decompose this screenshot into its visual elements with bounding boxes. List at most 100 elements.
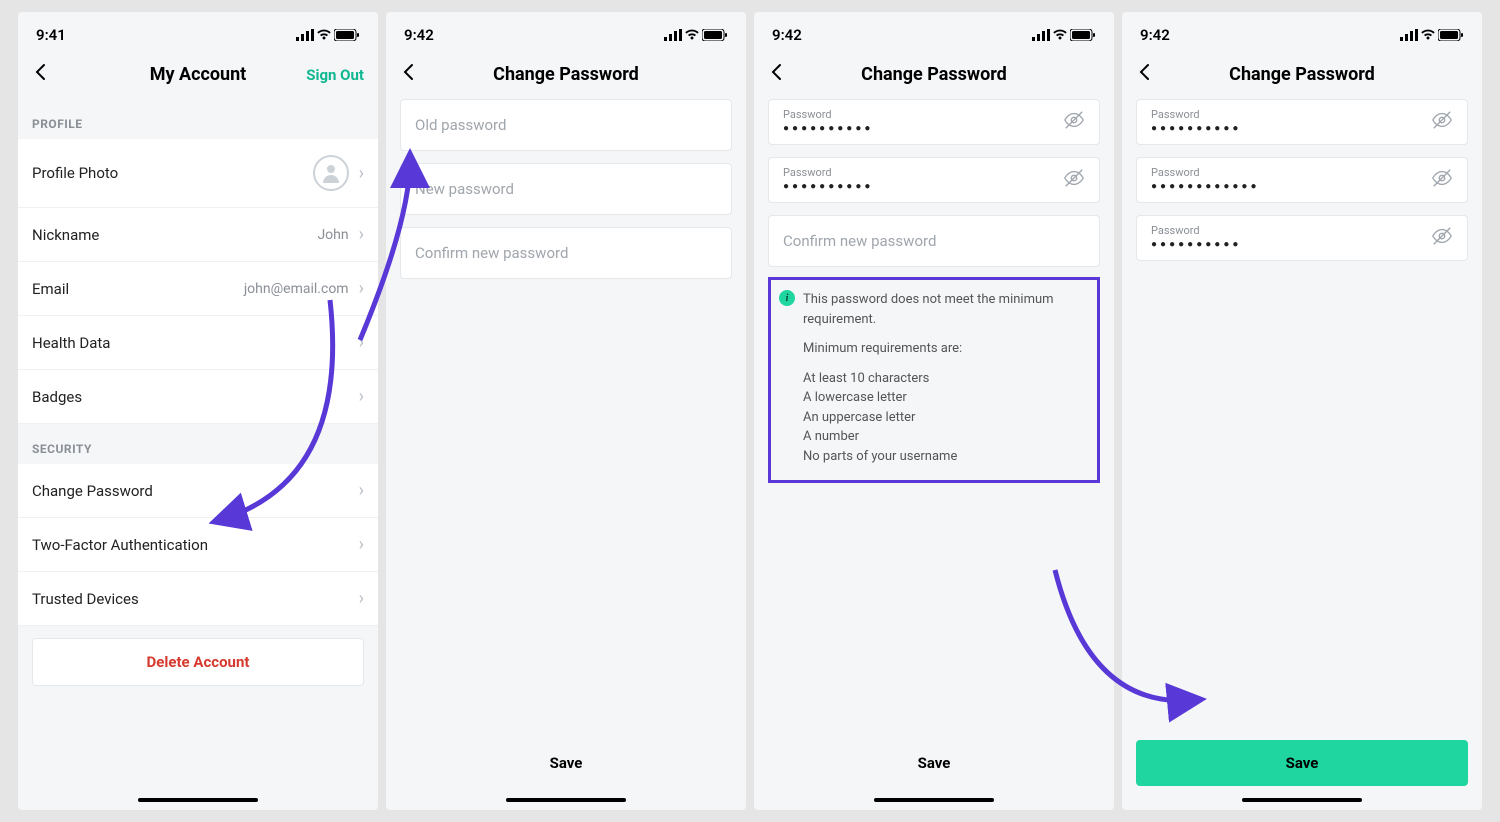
signal-icon (296, 29, 314, 41)
home-indicator[interactable] (874, 798, 994, 802)
new-password-input[interactable]: New password (400, 163, 732, 215)
sign-out-button[interactable]: Sign Out (306, 66, 364, 84)
password-dots: ●●●●●●●●●● (783, 123, 1085, 134)
back-button[interactable] (1138, 62, 1150, 87)
battery-icon (1070, 29, 1096, 41)
list-item-two-factor[interactable]: Two-Factor Authentication › (18, 518, 378, 572)
chevron-left-icon (770, 63, 782, 81)
avatar (313, 155, 349, 191)
confirm-password-input[interactable]: Password ●●●●●●●●●● (1136, 215, 1468, 261)
list-item-badges[interactable]: Badges › (18, 370, 378, 424)
eye-off-icon (1063, 167, 1085, 189)
nav-bar: Change Password (1122, 54, 1482, 99)
eye-off-icon (1431, 225, 1453, 247)
list-item-email[interactable]: Email john@email.com › (18, 262, 378, 316)
toggle-visibility-button[interactable] (1063, 167, 1085, 193)
toggle-visibility-button[interactable] (1063, 109, 1085, 135)
list-label: Change Password (32, 482, 153, 500)
battery-icon (1438, 29, 1464, 41)
field-label: Password (783, 166, 1085, 179)
status-bar: 9:41 (18, 12, 378, 54)
placeholder: New password (415, 180, 514, 198)
wifi-icon (1052, 29, 1068, 41)
battery-icon (334, 29, 360, 41)
old-password-input[interactable]: Old password (400, 99, 732, 151)
toggle-visibility-button[interactable] (1431, 109, 1453, 135)
list-label: Two-Factor Authentication (32, 536, 208, 554)
chevron-right-icon: › (359, 224, 364, 245)
list-item-health-data[interactable]: Health Data › (18, 316, 378, 370)
chevron-right-icon: › (359, 480, 364, 501)
password-dots: ●●●●●●●●●● (1151, 239, 1453, 250)
new-password-input[interactable]: Password ●●●●●●●●●● (768, 157, 1100, 203)
status-icons (1032, 29, 1096, 41)
eye-off-icon (1431, 109, 1453, 131)
placeholder: Confirm new password (783, 232, 936, 250)
status-time: 9:42 (404, 26, 434, 44)
chevron-right-icon: › (359, 332, 364, 353)
field-label: Password (1151, 108, 1453, 121)
list-label: Profile Photo (32, 164, 118, 182)
chevron-right-icon: › (359, 163, 364, 184)
status-icons (1400, 29, 1464, 41)
signal-icon (1032, 29, 1050, 41)
back-button[interactable] (402, 62, 414, 87)
save-button[interactable]: Save (768, 740, 1100, 786)
signal-icon (664, 29, 682, 41)
delete-account-button[interactable]: Delete Account (32, 638, 364, 686)
list-item-profile-photo[interactable]: Profile Photo › (18, 139, 378, 208)
home-indicator[interactable] (506, 798, 626, 802)
eye-off-icon (1431, 167, 1453, 189)
nav-bar: Change Password (754, 54, 1114, 99)
password-dots: ●●●●●●●●●● (783, 181, 1085, 192)
status-time: 9:41 (36, 26, 66, 44)
password-dots: ●●●●●●●●●●●● (1151, 181, 1453, 192)
list-label: Trusted Devices (32, 590, 139, 608)
requirement: A lowercase letter (803, 388, 1085, 408)
placeholder: Old password (415, 116, 506, 134)
list-item-trusted-devices[interactable]: Trusted Devices › (18, 572, 378, 626)
nav-bar: My Account Sign Out (18, 54, 378, 99)
home-indicator[interactable] (138, 798, 258, 802)
back-button[interactable] (770, 62, 782, 87)
home-indicator[interactable] (1242, 798, 1362, 802)
confirm-password-input[interactable]: Confirm new password (768, 215, 1100, 267)
chevron-left-icon (402, 63, 414, 81)
field-label: Password (1151, 166, 1453, 179)
requirement: A number (803, 427, 1085, 447)
toggle-visibility-button[interactable] (1431, 167, 1453, 193)
new-password-input[interactable]: Password ●●●●●●●●●●●● (1136, 157, 1468, 203)
person-icon (319, 161, 343, 185)
list-item-change-password[interactable]: Change Password › (18, 464, 378, 518)
requirement: An uppercase letter (803, 408, 1085, 428)
list-value: john@email.com (244, 281, 349, 297)
chevron-right-icon: › (359, 534, 364, 555)
wifi-icon (684, 29, 700, 41)
status-icons (296, 29, 360, 41)
chevron-right-icon: › (359, 278, 364, 299)
confirm-password-input[interactable]: Confirm new password (400, 227, 732, 279)
toggle-visibility-button[interactable] (1431, 225, 1453, 251)
back-button[interactable] (34, 62, 46, 87)
old-password-input[interactable]: Password ●●●●●●●●●● (768, 99, 1100, 145)
battery-icon (702, 29, 728, 41)
screen-change-password-valid: 9:42 Change Password Password ●●●●●●●●●●… (1122, 12, 1482, 810)
eye-off-icon (1063, 109, 1085, 131)
signal-icon (1400, 29, 1418, 41)
old-password-input[interactable]: Password ●●●●●●●●●● (1136, 99, 1468, 145)
page-title: Change Password (400, 64, 732, 85)
screen-change-password-empty: 9:42 Change Password Old password New pa… (386, 12, 746, 810)
placeholder: Confirm new password (415, 244, 568, 262)
password-dots: ●●●●●●●●●● (1151, 123, 1453, 134)
status-icons (664, 29, 728, 41)
field-label: Password (783, 108, 1085, 121)
status-time: 9:42 (1140, 26, 1170, 44)
save-button[interactable]: Save (400, 740, 732, 786)
screen-change-password-error: 9:42 Change Password Password ●●●●●●●●●●… (754, 12, 1114, 810)
status-bar: 9:42 (1122, 12, 1482, 54)
screen-my-account: 9:41 My Account Sign Out PROFILE Profile… (18, 12, 378, 810)
save-button[interactable]: Save (1136, 740, 1468, 786)
list-item-nickname[interactable]: Nickname John › (18, 208, 378, 262)
chevron-right-icon: › (359, 588, 364, 609)
list-label: Badges (32, 388, 82, 406)
